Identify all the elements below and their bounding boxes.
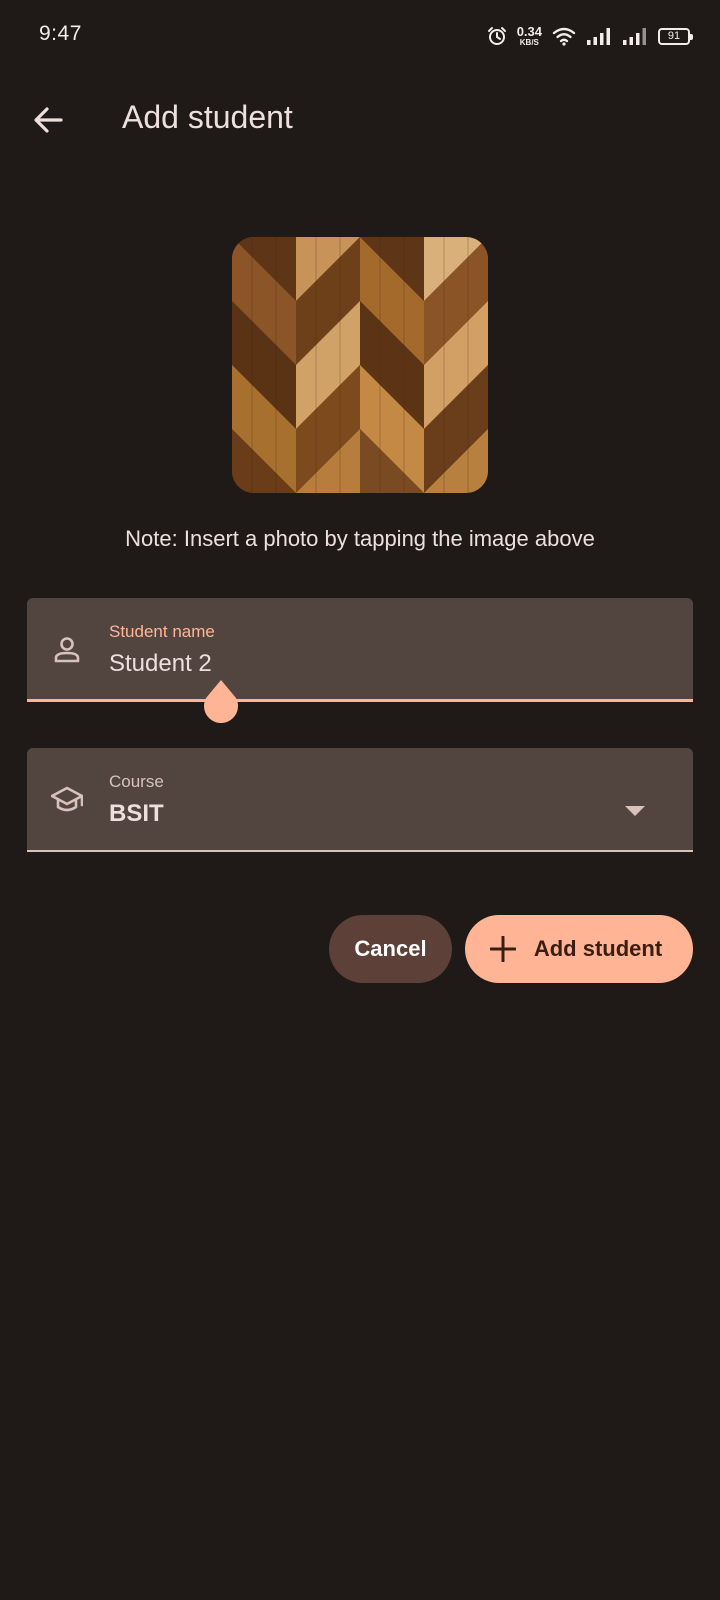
add-student-button[interactable]: Add student: [465, 915, 693, 983]
top-app-bar: Add student: [0, 80, 720, 158]
plus-icon: [489, 936, 516, 962]
wood-pattern-image: [232, 237, 488, 493]
arrow-back-icon: [34, 107, 63, 133]
page-title: Add student: [122, 99, 293, 135]
cancel-button[interactable]: Cancel: [329, 915, 452, 983]
signal-icon: [587, 28, 610, 45]
text-cursor-handle[interactable]: [202, 680, 240, 724]
signal-icon: [623, 28, 646, 45]
cancel-button-label: Cancel: [354, 936, 427, 961]
status-time: 9:47: [39, 22, 82, 45]
course-label: Course: [109, 772, 164, 791]
student-photo[interactable]: [232, 237, 488, 493]
battery-icon: 91: [658, 27, 693, 45]
course-value: BSIT: [109, 800, 164, 827]
status-bar: 9:47 0.34 KB/S 91: [0, 0, 720, 72]
add-student-button-label: Add student: [533, 936, 663, 961]
school-icon: [51, 786, 83, 812]
student-name-label: Student name: [109, 622, 215, 641]
wifi-icon: [552, 27, 576, 46]
net-speed: 0.34 KB/S: [516, 24, 542, 47]
person-icon: [54, 637, 80, 663]
course-dropdown[interactable]: Course BSIT: [27, 748, 693, 852]
photo-note: Note: Insert a photo by tapping the imag…: [125, 526, 595, 551]
student-name-field[interactable]: Student name Student 2: [27, 598, 693, 702]
dropdown-arrow-icon[interactable]: [625, 806, 645, 816]
alarm-icon: [487, 27, 506, 45]
student-name-input[interactable]: Student 2: [109, 650, 212, 678]
status-icons: 0.34 KB/S 91: [487, 22, 693, 50]
back-button[interactable]: [22, 94, 74, 146]
